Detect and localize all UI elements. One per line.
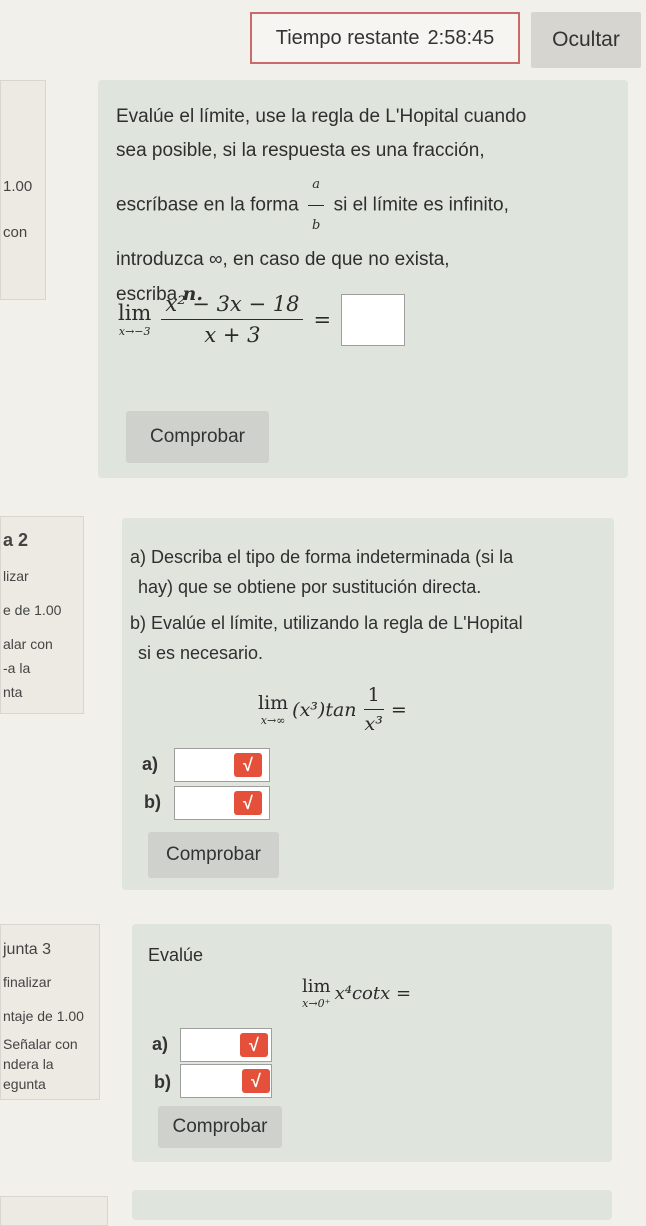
question-1-instructions: Evalúe el límite, use la regla de L'Hopi… xyxy=(116,100,626,312)
answer-input[interactable] xyxy=(341,293,406,346)
question-2-expression: lim x→∞ (x³)tan 1 x³ = xyxy=(258,684,407,735)
question-2-instructions: a) Describa el tipo de forma indetermina… xyxy=(130,547,523,663)
question-2-flag-text-3[interactable]: nta xyxy=(3,679,22,706)
part-a-label: a) xyxy=(152,1034,169,1054)
question-1-info: 1.00 con xyxy=(0,80,46,300)
check-button[interactable]: Comprobar xyxy=(158,1106,282,1148)
question-4-info xyxy=(0,1196,108,1226)
question-2-card: a) Describa el tipo de forma indetermina… xyxy=(122,518,614,890)
limit-fraction: x² − 3x − 18 x + 3 xyxy=(161,292,304,347)
question-1-card: Evalúe el límite, use la regla de L'Hopi… xyxy=(98,80,628,478)
question-3-status: finalizar xyxy=(3,974,52,990)
check-button[interactable]: Comprobar xyxy=(126,411,269,463)
question-3-title: Evalúe xyxy=(148,945,204,965)
question-2-status: lizar xyxy=(3,568,29,584)
sqrt-icon[interactable]: √ xyxy=(242,1069,270,1093)
question-2-number: a 2 xyxy=(3,530,29,550)
sqrt-icon[interactable]: √ xyxy=(240,1033,268,1057)
limit-operator: lim x→−3 xyxy=(118,301,152,338)
question-4-card xyxy=(132,1190,612,1220)
limit-operator: lim x→0⁺ xyxy=(302,976,331,1010)
hide-timer-button[interactable]: Ocultar xyxy=(531,12,641,68)
part-a-label: a) xyxy=(142,754,159,774)
question-3-expression: lim x→0⁺ x⁴cotx = xyxy=(302,976,412,1010)
instruction-line: introduzca ∞, en caso de que no exista, xyxy=(116,249,450,270)
question-3-points: ntaje de 1.00 xyxy=(3,1008,84,1024)
time-remaining: Tiempo restante 2:58:45 xyxy=(250,12,520,64)
instruction-line: Evalúe el límite, use la regla de L'Hopi… xyxy=(116,106,527,127)
limit-fraction: 1 x³ xyxy=(363,684,384,735)
sqrt-icon[interactable]: √ xyxy=(234,791,262,815)
question-1-points: 1.00 xyxy=(3,178,33,195)
question-1-expression: lim x→−3 x² − 3x − 18 x + 3 = xyxy=(118,292,406,347)
part-b-label: b) xyxy=(144,792,161,812)
instruction-line: escríbase en la forma a b si el límite e… xyxy=(116,168,626,243)
question-3-flag-text-3[interactable]: egunta xyxy=(3,1071,46,1098)
instruction-line: sea posible, si la respuesta es una frac… xyxy=(116,140,485,161)
timer-label: Tiempo restante xyxy=(275,26,420,49)
question-2-points: e de 1.00 xyxy=(3,602,62,618)
question-3-card: Evalúe lim x→0⁺ x⁴cotx = a) √ b) √ Compr… xyxy=(132,924,612,1162)
check-button[interactable]: Comprobar xyxy=(148,832,279,878)
timer-value: 2:58:45 xyxy=(427,26,495,49)
part-b-label: b) xyxy=(154,1072,171,1092)
sqrt-icon[interactable]: √ xyxy=(234,753,262,777)
question-3-number: junta 3 xyxy=(3,941,52,958)
question-1-flag-text[interactable]: con xyxy=(3,219,27,248)
question-2-flag-text-2[interactable]: -a la xyxy=(3,655,30,682)
question-2-info: a 2 lizar e de 1.00 alar con -a la nta xyxy=(0,516,84,714)
question-3-info: junta 3 finalizar ntaje de 1.00 Señalar … xyxy=(0,924,100,1100)
question-2-flag-text[interactable]: alar con xyxy=(3,631,53,658)
fraction-a-over-b: a b xyxy=(308,168,325,243)
limit-operator: lim x→∞ xyxy=(258,692,289,727)
